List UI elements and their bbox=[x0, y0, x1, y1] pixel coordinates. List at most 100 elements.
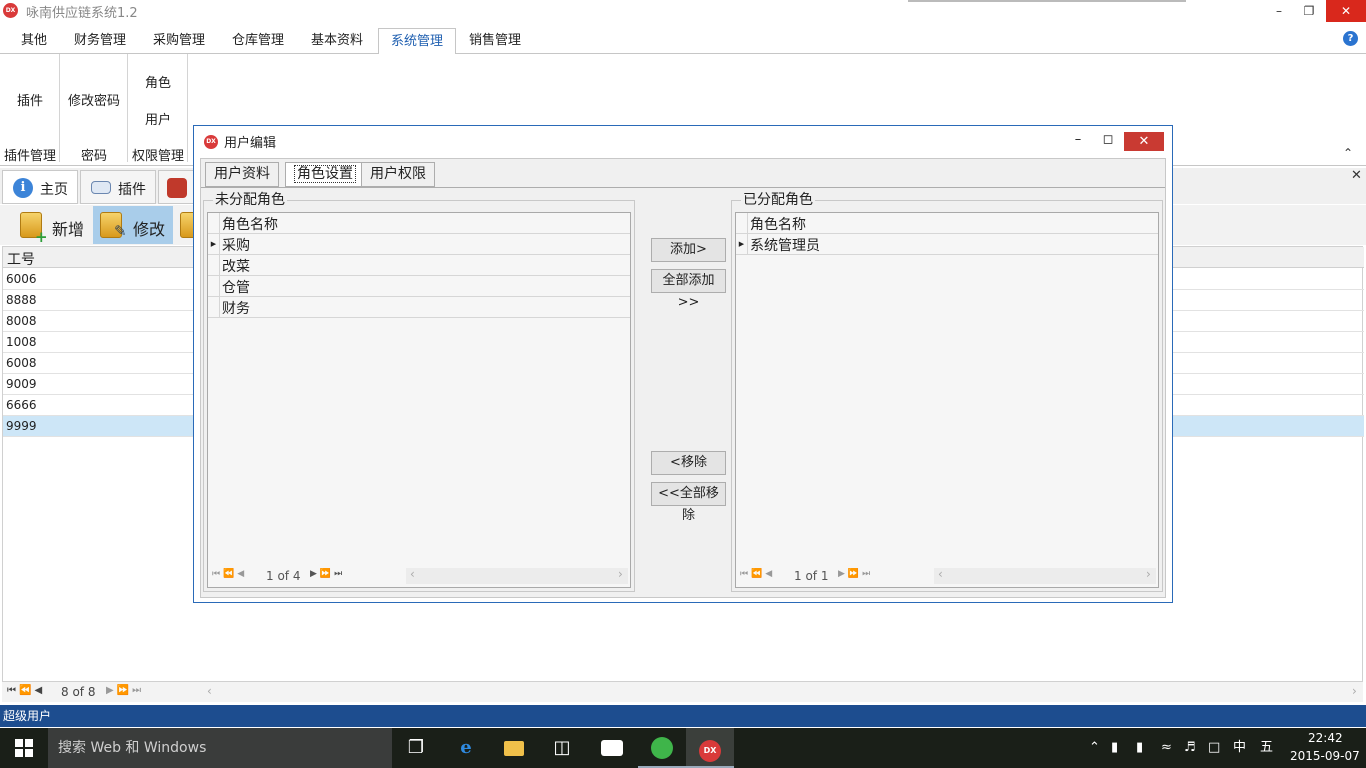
table-row[interactable]: 改菜 bbox=[208, 255, 630, 276]
table-row[interactable]: ▶ 采购 bbox=[208, 234, 630, 255]
edit-label: 修改 bbox=[133, 220, 166, 239]
scroll-left-icon[interactable]: ‹ bbox=[410, 567, 415, 581]
add-role-button[interactable]: 添加> bbox=[651, 238, 726, 262]
pager-position: 8 of 8 bbox=[61, 685, 96, 699]
dialog-maximize-icon[interactable]: ◻ bbox=[1093, 130, 1123, 150]
close-doc-icon[interactable]: ✕ bbox=[1351, 168, 1362, 183]
table-row[interactable]: 仓管 bbox=[208, 276, 630, 297]
unassigned-roles-title: 未分配角色 bbox=[213, 189, 287, 209]
change-password-button[interactable]: 修改密码 bbox=[60, 90, 128, 109]
cell-id: 6006 bbox=[6, 272, 37, 286]
scroll-right-icon[interactable]: › bbox=[618, 567, 623, 581]
show-hidden-icons[interactable]: ⌃ bbox=[1089, 728, 1100, 768]
pager-first-prev-icons[interactable]: ⏮⏪◀ bbox=[212, 569, 247, 579]
file-explorer-icon[interactable] bbox=[490, 728, 538, 768]
scroll-left-icon[interactable]: ‹ bbox=[938, 567, 943, 581]
plugin-button[interactable]: 插件 bbox=[0, 90, 60, 109]
close-app-button[interactable]: ✕ bbox=[1326, 0, 1366, 22]
doc-tab-home[interactable]: i 主页 bbox=[2, 170, 78, 204]
ribbon-tab-warehouse[interactable]: 仓库管理 bbox=[220, 28, 296, 54]
camera-icon[interactable] bbox=[588, 728, 636, 768]
doc-tab-plugin[interactable]: 插件 bbox=[80, 170, 156, 204]
collapse-ribbon-icon[interactable]: ⌃ bbox=[1343, 146, 1353, 160]
tray-app-icon[interactable]: ▮ bbox=[1111, 728, 1118, 768]
ribbon-group-label: 密码 bbox=[80, 149, 107, 164]
ribbon-tab-finance[interactable]: 财务管理 bbox=[62, 28, 138, 54]
wifi-icon[interactable]: ≈ bbox=[1161, 728, 1172, 768]
left-grid-pager: ⏮⏪◀ 1 of 4 ▶⏩⏭ ‹ › bbox=[208, 567, 630, 586]
cell-role-name: 财务 bbox=[222, 301, 250, 317]
tab-role-settings[interactable]: 角色设置 bbox=[285, 162, 365, 187]
scroll-left-icon[interactable]: ‹ bbox=[207, 684, 212, 698]
grid-header: 角色名称 bbox=[736, 213, 1158, 234]
restore-icon[interactable]: ❐ bbox=[1294, 0, 1324, 22]
pager-next-last-icons[interactable]: ▶⏩⏭ bbox=[310, 569, 345, 579]
pager-position: 1 of 4 bbox=[266, 569, 301, 583]
add-all-roles-button[interactable]: 全部添加>> bbox=[651, 269, 726, 310]
doc-tab-user[interactable] bbox=[158, 170, 198, 204]
remove-all-roles-button[interactable]: <<全部移除 bbox=[651, 482, 726, 523]
minimize-icon[interactable]: – bbox=[1264, 0, 1294, 22]
ribbon-tab-purchase[interactable]: 采购管理 bbox=[141, 28, 217, 54]
tab-user-profile[interactable]: 用户资料 bbox=[205, 162, 279, 187]
cell-role-name: 采购 bbox=[222, 238, 250, 254]
ribbon-tab-system[interactable]: 系统管理 bbox=[378, 28, 457, 55]
erp-app-icon[interactable]: DX bbox=[686, 728, 734, 768]
tab-panel: 未分配角色 角色名称 ▶ 采购 改菜 仓管 财务 ⏮⏪◀ 1 of 4 ▶⏩⏭ … bbox=[201, 187, 1165, 597]
green-app-icon[interactable] bbox=[638, 728, 686, 768]
table-row[interactable]: 财务 bbox=[208, 297, 630, 318]
row-indicator bbox=[208, 276, 220, 297]
ribbon-tab-basic-data[interactable]: 基本资料 bbox=[299, 28, 375, 54]
cell-role-name: 系统管理员 bbox=[750, 238, 820, 254]
pager-next-last-icons[interactable]: ▶⏩⏭ bbox=[106, 685, 144, 696]
ribbon-tab-sales[interactable]: 销售管理 bbox=[457, 28, 533, 54]
column-header-role-name[interactable]: 角色名称 bbox=[222, 214, 278, 234]
edit-button[interactable]: ✎ 修改 bbox=[93, 206, 173, 244]
app-title-bar: DX 咏南供应链系统1.2 – ❐ ✕ bbox=[0, 0, 1366, 22]
column-header-id[interactable]: 工号 bbox=[7, 249, 35, 269]
add-button[interactable]: + 新增 bbox=[14, 206, 92, 246]
scroll-right-icon[interactable]: › bbox=[1146, 567, 1151, 581]
ime-indicator[interactable]: 中 bbox=[1233, 728, 1246, 768]
row-pointer-icon: ▶ bbox=[208, 234, 220, 255]
ime-mode-indicator[interactable]: 五 bbox=[1260, 728, 1273, 768]
ribbon-group-label: 权限管理 bbox=[131, 149, 184, 164]
grid-header: 角色名称 bbox=[208, 213, 630, 234]
start-button[interactable] bbox=[0, 728, 48, 768]
role-button[interactable]: 角色 bbox=[128, 72, 188, 91]
status-bar: 超级用户 bbox=[0, 705, 1366, 727]
user-button[interactable]: 用户 bbox=[128, 109, 188, 128]
column-header-role-name[interactable]: 角色名称 bbox=[750, 214, 806, 234]
scroll-right-icon[interactable]: › bbox=[1352, 684, 1357, 698]
dialog-minimize-icon[interactable]: – bbox=[1063, 130, 1093, 150]
remove-role-button[interactable]: <移除 bbox=[651, 451, 726, 475]
taskbar-search-box[interactable]: 搜索 Web 和 Windows bbox=[48, 728, 392, 768]
info-icon: i bbox=[13, 178, 33, 198]
ribbon-tab-other[interactable]: 其他 bbox=[9, 28, 59, 54]
table-row[interactable]: ▶ 系统管理员 bbox=[736, 234, 1158, 255]
ribbon-tab-bar: 其他 财务管理 采购管理 仓库管理 基本资料 系统管理 销售管理 bbox=[0, 28, 1366, 55]
pager-first-prev-icons[interactable]: ⏮⏪◀ bbox=[7, 685, 45, 696]
cell-id: 9009 bbox=[6, 377, 37, 391]
horizontal-scrollbar[interactable]: ‹ › bbox=[406, 567, 628, 584]
ribbon-group-permission: 角色 用户 权限管理 bbox=[128, 54, 188, 164]
pager-first-prev-icons[interactable]: ⏮⏪◀ bbox=[740, 569, 775, 579]
notification-icon[interactable]: □ bbox=[1208, 728, 1220, 768]
row-pointer-icon: ▶ bbox=[736, 234, 748, 255]
volume-icon[interactable]: ♬ bbox=[1184, 728, 1196, 768]
clock-date[interactable]: 2015-09-07 bbox=[1290, 749, 1360, 763]
horizontal-scrollbar[interactable]: ‹ › bbox=[934, 567, 1156, 584]
clock-time[interactable]: 22:42 bbox=[1308, 731, 1343, 745]
edge-browser-icon[interactable]: e bbox=[442, 728, 490, 768]
task-view-icon[interactable]: ❐ bbox=[392, 728, 440, 768]
app-logo-icon: DX bbox=[3, 3, 18, 18]
right-grid-pager: ⏮⏪◀ 1 of 1 ▶⏩⏭ ‹ › bbox=[736, 567, 1158, 586]
cell-id: 8008 bbox=[6, 314, 37, 328]
pager-next-last-icons[interactable]: ▶⏩⏭ bbox=[838, 569, 873, 579]
row-indicator bbox=[208, 255, 220, 276]
dialog-close-button[interactable]: ✕ bbox=[1124, 132, 1164, 151]
tab-user-permissions[interactable]: 用户权限 bbox=[361, 162, 435, 187]
battery-icon[interactable]: ▮ bbox=[1136, 728, 1143, 768]
store-icon[interactable]: ◫ bbox=[538, 728, 586, 768]
help-icon[interactable]: ? bbox=[1343, 31, 1358, 46]
